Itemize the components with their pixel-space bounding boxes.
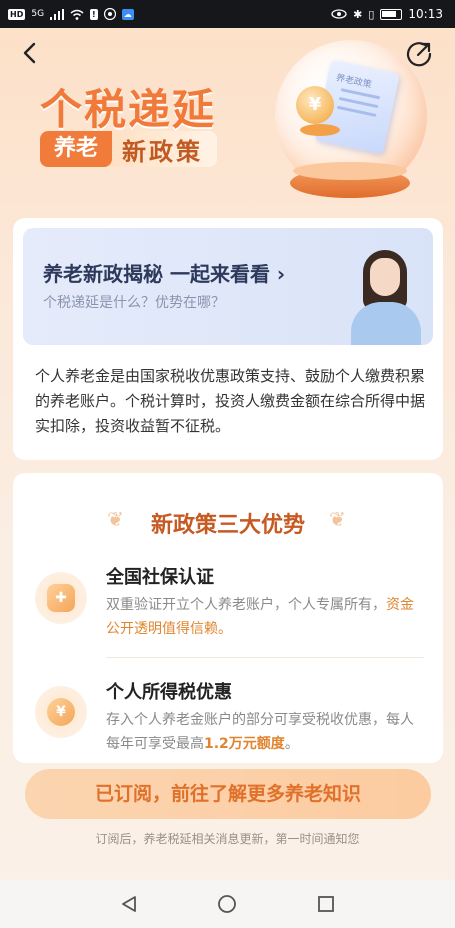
advantages-title: 新政策三大优势 xyxy=(150,513,305,538)
divider xyxy=(106,657,424,658)
system-nav-bar xyxy=(0,880,455,928)
status-bar: HD 5G ! ☁ ✱ ▯ 10:13 xyxy=(0,0,455,28)
nav-home-button[interactable] xyxy=(214,891,240,917)
advantages-card: ❦ 新政策三大优势 ❦ ✚ 全国社保认证 双重验证开立个人养老账户，个人专属所有… xyxy=(13,473,443,763)
coin-icon: ¥ xyxy=(35,686,87,738)
status-right: ✱ ▯ 10:13 xyxy=(331,7,443,21)
desc-text: 双重验证开立个人养老账户，个人专属所有， xyxy=(106,597,386,613)
learn-more-button[interactable]: 已订阅，前往了解更多养老知识 xyxy=(25,769,431,819)
subscription-note: 订阅后，养老税延相关消息更新，第一时间通知您 xyxy=(95,832,360,846)
avatar-body xyxy=(351,302,421,345)
hero-pill: 养老 新政策 xyxy=(40,131,218,167)
share-icon xyxy=(406,42,432,67)
advantage-heading: 全国社保认证 xyxy=(106,567,214,588)
network-label: 5G xyxy=(31,9,45,19)
advantage-description: 双重验证开立个人养老账户，个人专属所有，资金公开透明值得信赖。 xyxy=(106,593,426,641)
chevron-left-icon xyxy=(23,42,36,64)
coin-icon-inner: ¥ xyxy=(47,698,75,726)
policy-banner[interactable]: 养老新政揭秘 一起来看看 › 个税递延是什么？优势在哪？ xyxy=(23,228,433,345)
clock-time: 10:13 xyxy=(408,7,443,21)
advantage-heading: 个人所得税优惠 xyxy=(106,682,232,703)
advantage-description: 存入个人养老金账户的部分可享受税收优惠，每人每年可享受最高1.2万元额度。 xyxy=(106,708,426,756)
nav-recents-button[interactable] xyxy=(313,891,339,917)
signal-icon xyxy=(50,8,65,20)
desc-highlight: 1.2万元额度 xyxy=(204,736,285,752)
globe-base-top xyxy=(293,162,407,180)
bluetooth-icon: ✱ xyxy=(353,7,363,21)
hd-badge: HD xyxy=(8,8,26,20)
shield-icon: ✚ xyxy=(35,572,87,624)
cloud-app-icon: ☁ xyxy=(121,8,134,20)
vibrate-icon: ▯ xyxy=(368,7,375,21)
banner-title: 养老新政揭秘 一起来看看 › xyxy=(43,262,286,286)
desc-tail: 。 xyxy=(284,736,299,752)
battery-icon xyxy=(380,8,403,20)
pill-label-left: 养老 xyxy=(40,131,113,167)
alert-badge: ! xyxy=(90,8,98,20)
avatar-face xyxy=(370,258,400,296)
eye-icon xyxy=(331,9,347,19)
coin-stack xyxy=(300,124,340,136)
coin-icon: ¥ xyxy=(296,86,334,124)
shield-icon-inner: ✚ xyxy=(47,584,75,612)
banner-subtitle: 个税递延是什么？优势在哪？ xyxy=(43,295,225,311)
back-button[interactable] xyxy=(14,38,44,68)
wifi-icon xyxy=(70,9,84,20)
hero-title: 个税递延 xyxy=(40,85,217,134)
presenter-avatar xyxy=(345,244,427,345)
nav-back-button[interactable] xyxy=(116,891,142,917)
circle-home-icon xyxy=(218,895,237,913)
intro-card: 养老新政揭秘 一起来看看 › 个税递延是什么？优势在哪？ 个人养老金是由国家税收… xyxy=(13,218,443,460)
square-recents-icon xyxy=(317,896,334,912)
app-notification-icon xyxy=(103,8,116,20)
pill-label-right: 新政策 xyxy=(122,137,204,166)
triangle-back-icon xyxy=(122,896,137,912)
status-left: HD 5G ! ☁ xyxy=(8,8,134,20)
intro-description: 个人养老金是由国家税收优惠政策支持、鼓励个人缴费积累的养老账户。个税计算时，投资… xyxy=(35,367,426,435)
laurel-right-icon: ❦ xyxy=(329,507,346,531)
